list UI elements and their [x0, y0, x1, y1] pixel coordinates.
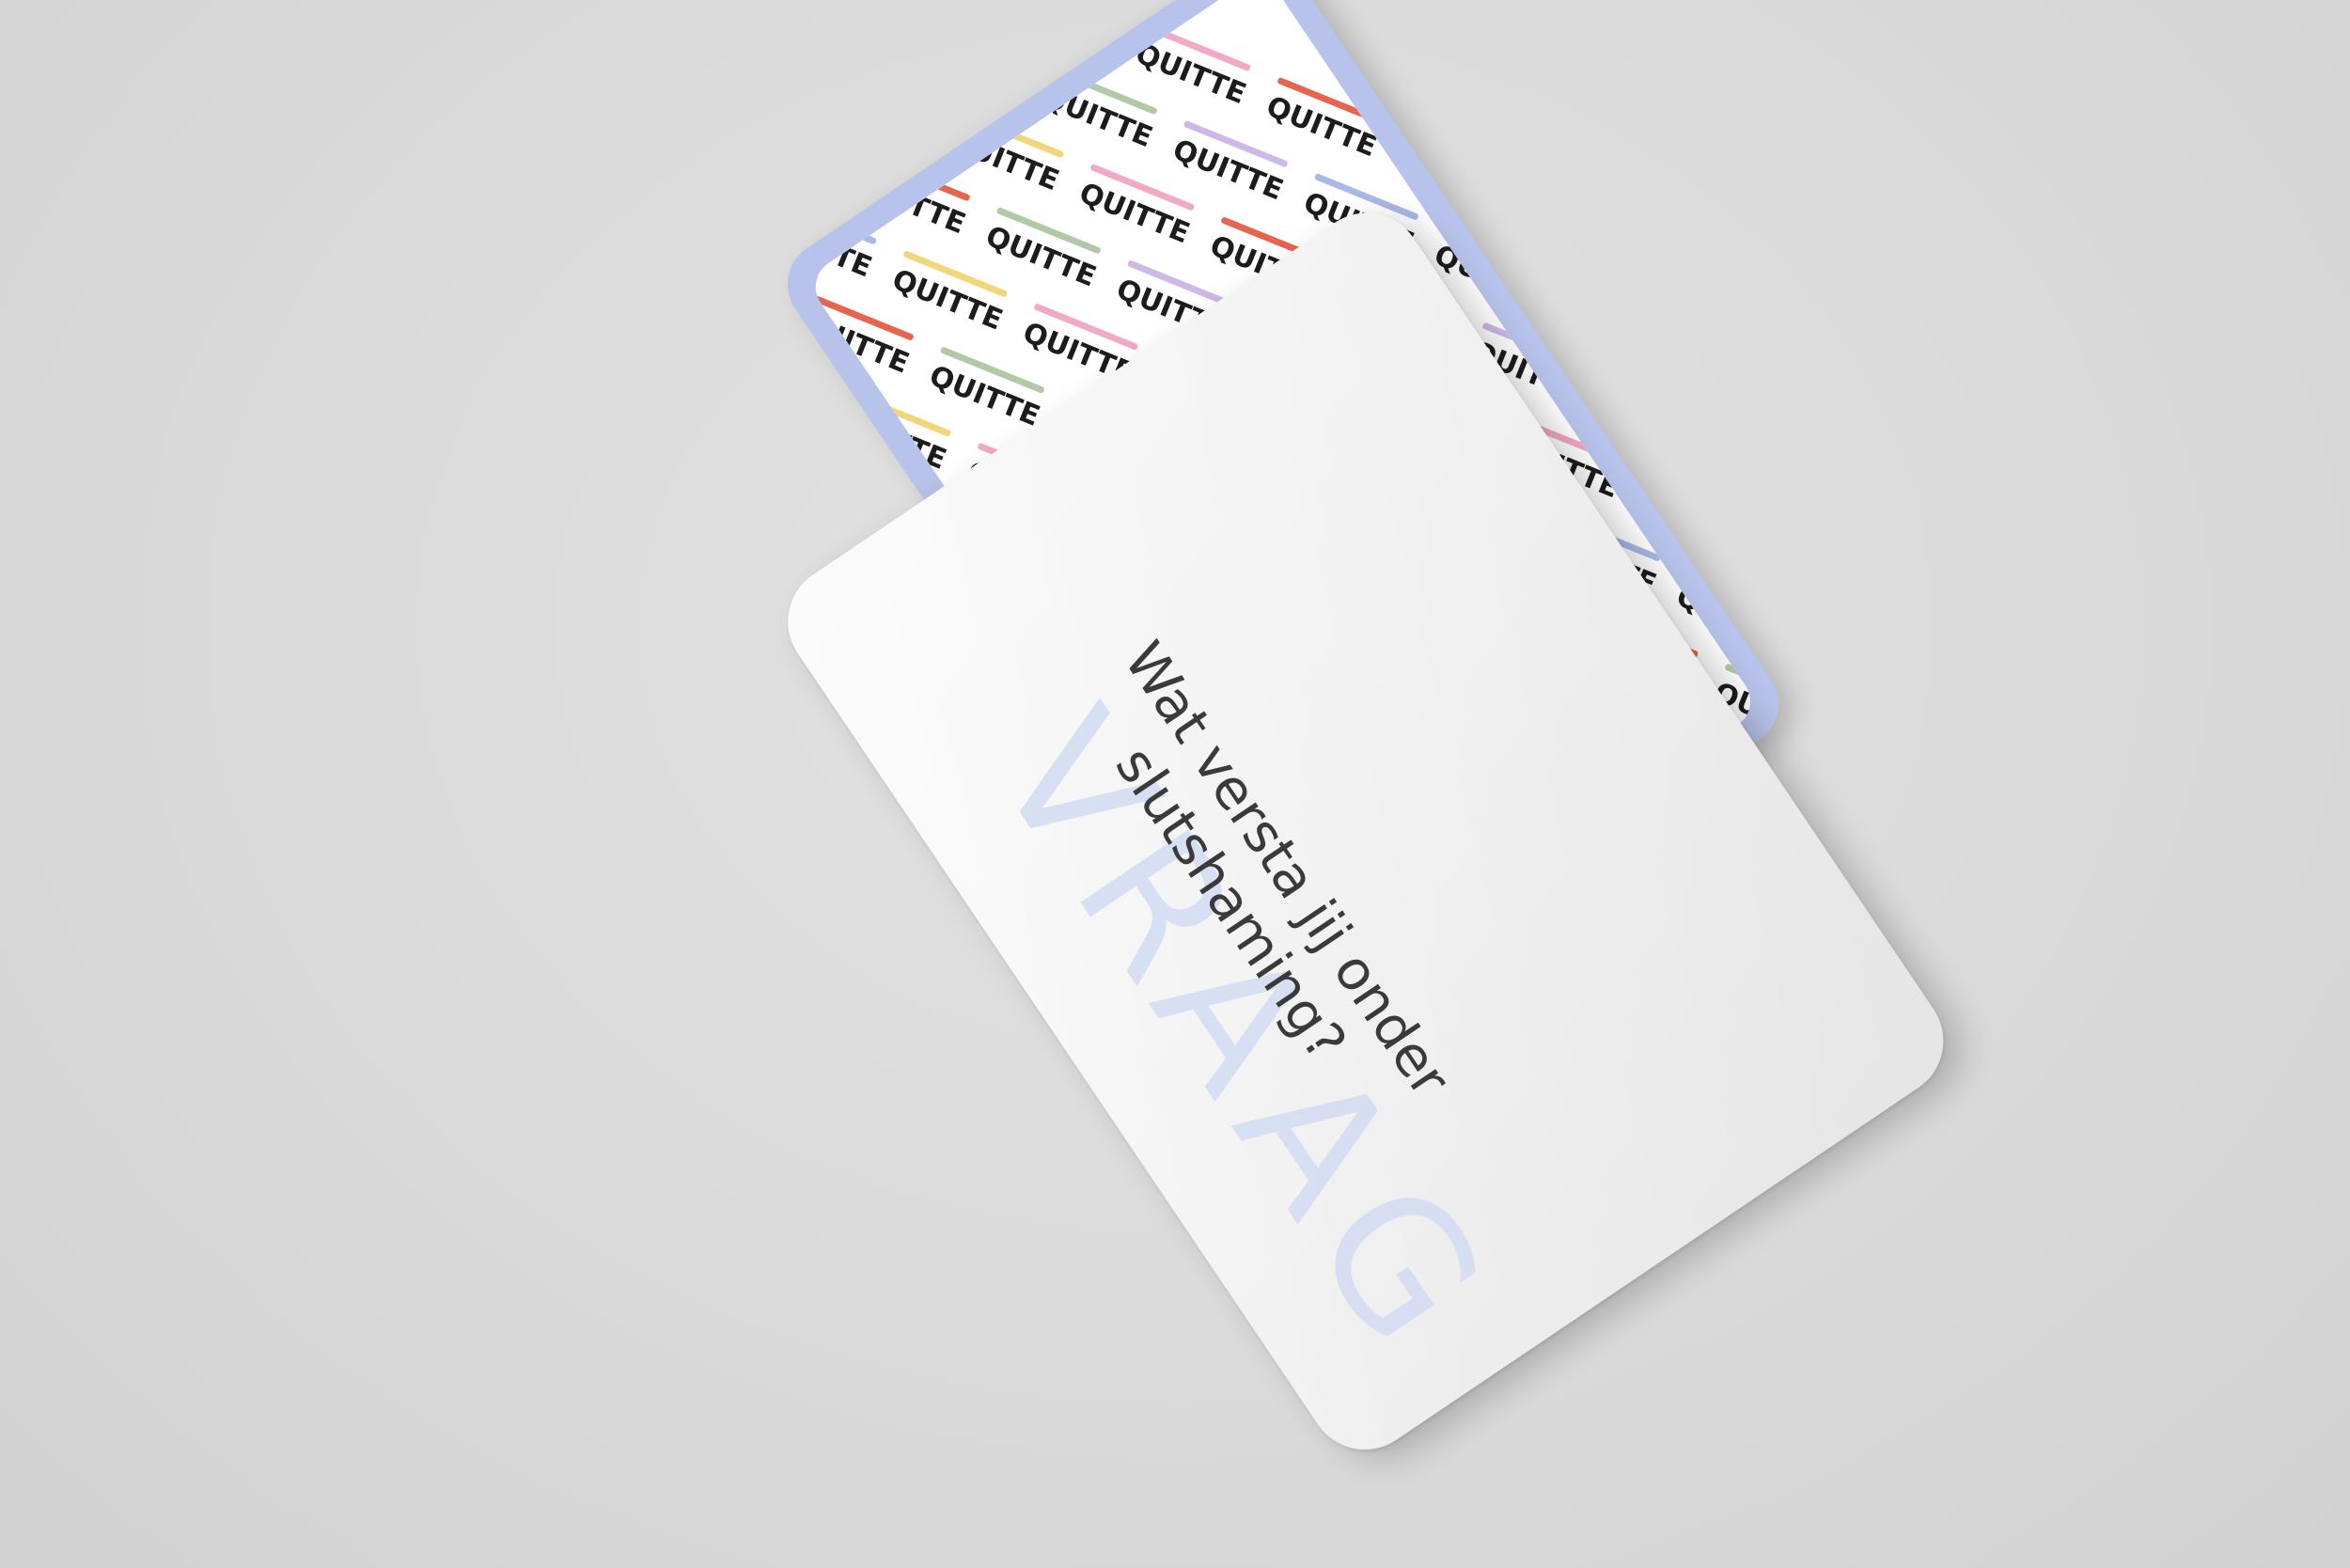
pattern-stripe — [1669, 236, 1762, 283]
pattern-stripe — [805, 433, 857, 480]
pattern-stripe — [1408, 130, 1512, 177]
pattern-stripe — [805, 337, 821, 384]
pattern-brand-text: QUITTE — [1560, 291, 1680, 366]
pattern-stripe — [847, 390, 951, 437]
pattern-stripe — [1613, 375, 1717, 422]
pattern-brand-text: QUITTE — [1728, 441, 1761, 515]
pattern-brand-text: QUITTE — [851, 167, 970, 242]
pattern-stripe — [1687, 568, 1762, 614]
pattern-stripe — [922, 15, 1026, 62]
pattern-brand-text: QUITTE — [906, 27, 1026, 102]
pattern-brand-text: QUITTE — [1597, 388, 1716, 463]
pattern-stripe — [1651, 471, 1755, 518]
pattern-brand-text: QUITTE — [805, 446, 857, 520]
pattern-brand-text: QUITTE — [805, 777, 875, 852]
pattern-brand-text: QUITTE — [1392, 143, 1512, 217]
pattern-brand-text: QUITTE — [870, 0, 989, 6]
pattern-stripe — [1539, 183, 1643, 229]
pattern-brand-text: QUITTE — [805, 211, 876, 285]
pattern-brand-text: QUITTE — [831, 402, 950, 477]
pattern-brand-text: QUITTE — [1691, 344, 1762, 418]
pattern-stripe — [1744, 428, 1762, 475]
pattern-stripe — [866, 154, 970, 201]
pattern-brand-text: QUITTE — [805, 350, 820, 424]
pattern-stripe — [1575, 279, 1681, 326]
pattern-brand-text: QUITTE — [1653, 248, 1761, 322]
pattern-brand-text: QUITTE — [813, 71, 932, 145]
pattern-stripe — [805, 197, 877, 244]
pattern-stripe — [828, 58, 933, 105]
pattern-brand-text: QUITTE — [1635, 484, 1754, 558]
pattern-brand-text: QUITTE — [1000, 0, 1120, 58]
pattern-brand-text: QUITTE — [1523, 196, 1642, 270]
pattern-brand-text: QUITTE — [944, 124, 1063, 198]
pattern-stripe — [1015, 0, 1120, 19]
pattern-stripe — [805, 765, 876, 812]
pattern-stripe — [1706, 332, 1762, 379]
